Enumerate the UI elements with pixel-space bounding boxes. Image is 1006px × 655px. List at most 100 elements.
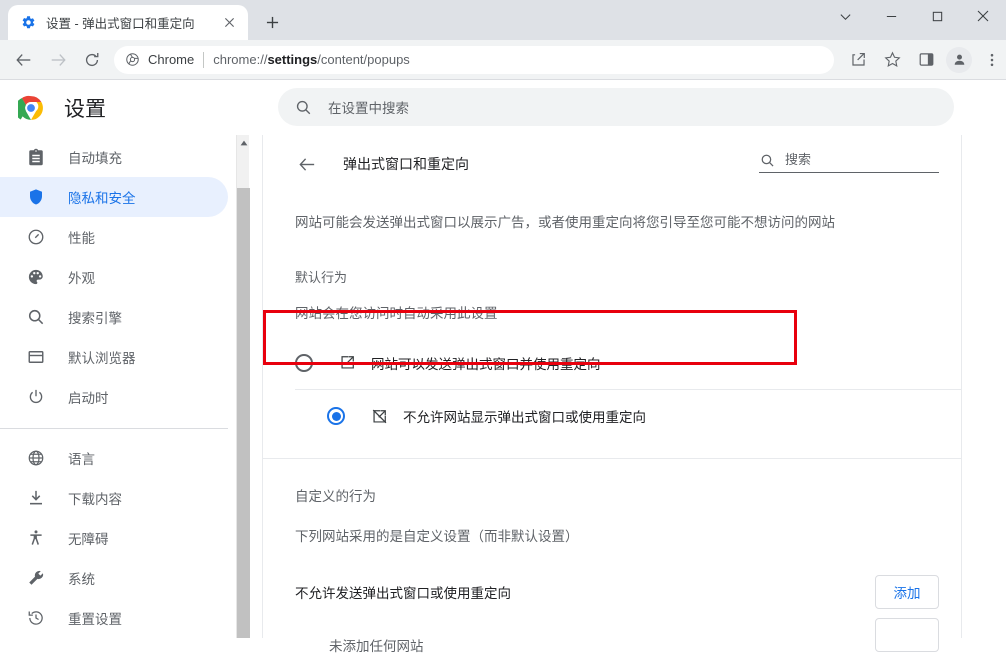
settings-body: 自动填充 隐私和安全 性能 外观 搜索引擎 默认浏览器 启动时 语言 下载内容 … xyxy=(0,135,1006,654)
sidebar-item-default-browser[interactable]: 默认浏览器 xyxy=(0,337,228,377)
settings-search-placeholder: 在设置中搜索 xyxy=(328,101,409,116)
popups-description: 网站可能会发送弹出式窗口以展示广告，或者使用重定向将您引导至您可能不想访问的网站 xyxy=(295,215,835,230)
side-panel-icon[interactable] xyxy=(912,46,940,74)
close-icon[interactable] xyxy=(218,12,240,34)
sidebar-item-label: 隐私和安全 xyxy=(68,191,136,206)
omnibox-url: chrome://settings/content/popups xyxy=(213,52,410,67)
default-behavior-radio-group: 网站可以发送弹出式窗口并使用重定向 不允许网站显示弹出式窗口或使用重定向 xyxy=(263,336,961,442)
history-restore-icon xyxy=(26,608,46,628)
sidebar-item-label: 无障碍 xyxy=(68,532,109,547)
power-icon xyxy=(26,387,46,407)
window-controls xyxy=(822,0,1006,40)
browser-toolbar: Chrome chrome://settings/content/popups xyxy=(0,40,1006,80)
address-bar[interactable]: Chrome chrome://settings/content/popups xyxy=(114,45,834,74)
globe-icon xyxy=(26,448,46,468)
browser-tab-active[interactable]: 设置 - 弹出式窗口和重定向 xyxy=(8,5,248,40)
close-icon[interactable] xyxy=(960,0,1006,32)
chrome-logo xyxy=(14,95,44,121)
radio-button-unchecked[interactable] xyxy=(295,353,313,372)
share-icon[interactable] xyxy=(844,46,872,74)
omnibox-chip-label: Chrome xyxy=(148,52,195,67)
sidebar-item-label: 性能 xyxy=(68,231,95,246)
sidebar-item-on-startup[interactable]: 启动时 xyxy=(0,377,228,417)
page-title: 设置 xyxy=(64,98,106,121)
clipboard-icon xyxy=(26,147,46,167)
sidebar-item-label: 默认浏览器 xyxy=(68,351,136,366)
search-icon xyxy=(294,98,312,116)
sidebar-item-search-engine[interactable]: 搜索引擎 xyxy=(0,297,228,337)
url-suffix: /content/popups xyxy=(317,52,410,67)
add-button[interactable]: 添加 xyxy=(875,575,939,610)
browser-window-icon xyxy=(26,347,46,367)
sidebar-item-label: 语言 xyxy=(68,452,95,467)
three-dots-menu-icon[interactable] xyxy=(978,46,1006,74)
default-behavior-subtext: 网站会在您访问时自动采用此设置 xyxy=(295,306,498,322)
sidebar-divider xyxy=(0,428,228,429)
empty-site-list-note: 未添加任何网站 xyxy=(329,639,424,655)
chrome-icon xyxy=(124,52,140,68)
sidebar-item-downloads[interactable]: 下载内容 xyxy=(0,478,228,518)
radio-option-allow-popups[interactable]: 网站可以发送弹出式窗口并使用重定向 xyxy=(263,336,961,389)
accessibility-icon xyxy=(26,528,46,548)
sidebar-item-autofill[interactable]: 自动填充 xyxy=(0,137,228,177)
open-in-new-off-icon xyxy=(369,406,389,426)
block-list-label: 不允许发送弹出式窗口或使用重定向 xyxy=(295,586,511,602)
default-behavior-label: 默认行为 xyxy=(295,270,348,286)
maximize-icon[interactable] xyxy=(914,0,960,32)
sidebar-item-accessibility[interactable]: 无障碍 xyxy=(0,518,228,558)
sidebar-item-label: 启动时 xyxy=(68,391,109,406)
subpage-title: 弹出式窗口和重定向 xyxy=(343,156,469,172)
sidebar-item-label: 系统 xyxy=(68,572,95,587)
gear-icon xyxy=(20,15,36,31)
search-icon xyxy=(759,152,775,168)
scrollbar-thumb[interactable] xyxy=(237,188,250,638)
new-tab-button[interactable] xyxy=(258,8,286,36)
wrench-icon xyxy=(26,568,46,588)
sidebar-item-label: 重置设置 xyxy=(68,612,122,627)
url-prefix: chrome:// xyxy=(213,52,268,67)
search-icon xyxy=(26,307,46,327)
sidebar-scrollbar[interactable] xyxy=(236,135,250,638)
back-arrow-icon[interactable] xyxy=(10,46,38,74)
sidebar-item-system[interactable]: 系统 xyxy=(0,558,228,598)
download-icon xyxy=(26,488,46,508)
shield-icon xyxy=(26,187,46,207)
sidebar-item-reset-settings[interactable]: 重置设置 xyxy=(0,598,228,638)
secondary-add-button-partial[interactable] xyxy=(875,618,939,652)
omnibox-separator xyxy=(203,51,205,68)
sidebar-item-appearance[interactable]: 外观 xyxy=(0,257,228,297)
custom-behavior-label: 自定义的行为 xyxy=(295,489,376,505)
minimize-icon[interactable] xyxy=(868,0,914,32)
palette-icon xyxy=(26,267,46,287)
block-list-header-row: 不允许发送弹出式窗口或使用重定向 添加 xyxy=(295,575,939,610)
subpage-search-placeholder: 搜索 xyxy=(785,152,812,167)
open-in-new-icon xyxy=(337,353,357,373)
settings-sidebar: 自动填充 隐私和安全 性能 外观 搜索引擎 默认浏览器 启动时 语言 下载内容 … xyxy=(0,135,236,638)
profile-avatar-icon[interactable] xyxy=(946,46,972,73)
section-divider xyxy=(263,458,961,460)
radio-option-block-popups[interactable]: 不允许网站显示弹出式窗口或使用重定向 xyxy=(295,389,961,442)
sidebar-item-label: 下载内容 xyxy=(68,492,122,507)
star-icon[interactable] xyxy=(878,46,906,74)
tab-strip: 设置 - 弹出式窗口和重定向 xyxy=(0,0,1006,40)
reload-icon[interactable] xyxy=(78,46,106,74)
sidebar-item-privacy-and-security[interactable]: 隐私和安全 xyxy=(0,177,228,217)
url-bold: settings xyxy=(267,52,318,67)
settings-main-panel: 弹出式窗口和重定向 搜索 网站可能会发送弹出式窗口以展示广告，或者使用重定向将您… xyxy=(262,135,962,654)
custom-behavior-subtext: 下列网站采用的是自定义设置（而非默认设置） xyxy=(295,529,579,545)
chevron-down-icon[interactable] xyxy=(822,0,868,32)
back-arrow-icon[interactable] xyxy=(295,152,319,176)
settings-search-input[interactable]: 在设置中搜索 xyxy=(278,88,954,126)
scroll-up-arrow-icon[interactable] xyxy=(237,135,250,150)
sidebar-item-label: 自动填充 xyxy=(68,151,122,166)
forward-arrow-icon[interactable] xyxy=(44,46,72,74)
radio-option-label: 网站可以发送弹出式窗口并使用重定向 xyxy=(371,356,601,372)
speedometer-icon xyxy=(26,227,46,247)
sidebar-item-label: 外观 xyxy=(68,271,95,286)
sidebar-item-languages[interactable]: 语言 xyxy=(0,438,228,478)
subpage-search-input[interactable]: 搜索 xyxy=(759,149,939,173)
subpage-header: 弹出式窗口和重定向 搜索 xyxy=(263,135,961,193)
sidebar-item-performance[interactable]: 性能 xyxy=(0,217,228,257)
radio-button-checked[interactable] xyxy=(327,407,345,426)
radio-option-label: 不允许网站显示弹出式窗口或使用重定向 xyxy=(403,410,646,426)
